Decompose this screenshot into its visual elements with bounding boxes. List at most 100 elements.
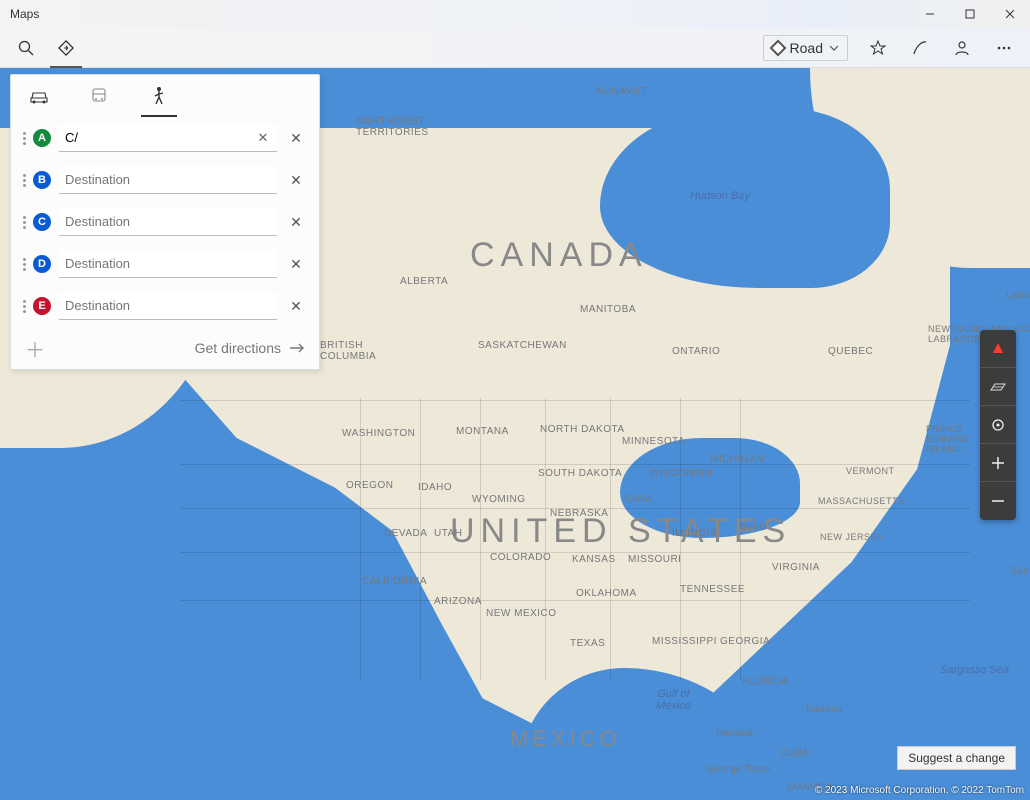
- chevron-down-icon: [829, 43, 839, 53]
- stop-marker-e: E: [33, 297, 51, 315]
- drag-handle-icon[interactable]: [19, 174, 29, 187]
- road-icon: [769, 39, 786, 56]
- more-button[interactable]: [984, 28, 1024, 68]
- add-stop-button[interactable]: ＋: [25, 334, 49, 363]
- region-label: UTAH: [434, 528, 462, 539]
- walk-icon: [152, 86, 166, 106]
- stop-marker-d: D: [33, 255, 51, 273]
- mode-walking[interactable]: [141, 75, 177, 117]
- region-label: VIRGINIA: [772, 562, 820, 573]
- ink-button[interactable]: [900, 28, 940, 68]
- drag-handle-icon[interactable]: [19, 300, 29, 313]
- window-title: Maps: [10, 7, 39, 21]
- stop-row-a: A ✕ ✕: [11, 117, 319, 159]
- region-label: MASSACHUSETTS: [818, 496, 905, 506]
- region-label: BRITISH COLUMBIA: [320, 340, 376, 362]
- get-directions-button[interactable]: Get directions: [195, 340, 305, 356]
- title-bar: Maps: [0, 0, 1030, 28]
- window-maximize-button[interactable]: [950, 0, 990, 28]
- sea-label-hudson: Hudson Bay: [690, 190, 750, 202]
- drag-handle-icon[interactable]: [19, 132, 29, 145]
- region-label: QUEBEC: [828, 346, 873, 357]
- region-label: NEVADA: [384, 528, 427, 539]
- drag-handle-icon[interactable]: [19, 216, 29, 229]
- region-label: KANSAS: [572, 554, 616, 565]
- window-minimize-button[interactable]: [910, 0, 950, 28]
- stop-input-d[interactable]: [59, 250, 277, 278]
- region-label: OKLAHOMA: [576, 588, 637, 599]
- region-label: TEXAS: [570, 638, 605, 649]
- tilt-button[interactable]: [980, 368, 1016, 406]
- region-label: MISSOURI: [628, 554, 681, 565]
- region-label: MICHIGAN: [710, 454, 764, 465]
- stop-row-d: D✕: [11, 243, 319, 285]
- locate-me-button[interactable]: [980, 406, 1016, 444]
- sea-label-gulf: Gulf of Mexico: [656, 688, 691, 712]
- drag-handle-icon[interactable]: [19, 258, 29, 271]
- region-label: WASHINGTON: [342, 428, 415, 439]
- zoom-in-button[interactable]: [980, 444, 1016, 482]
- remove-stop-button[interactable]: ✕: [281, 207, 311, 237]
- region-label: OREGON: [346, 480, 393, 491]
- region-label: COLORADO: [490, 552, 551, 563]
- travel-mode-tabs: [11, 75, 319, 117]
- region-label: IDAHO: [418, 482, 452, 493]
- directions-tab[interactable]: [46, 28, 86, 68]
- account-button[interactable]: [942, 28, 982, 68]
- search-tab[interactable]: [6, 28, 46, 68]
- stop-input-b[interactable]: [59, 166, 277, 194]
- city-label: Nassau: [806, 704, 843, 715]
- mode-driving[interactable]: [21, 75, 57, 117]
- city-label: Havana: [716, 728, 753, 739]
- map-attribution: © 2023 Microsoft Corporation, © 2022 Tom…: [815, 785, 1024, 796]
- stop-input-a[interactable]: [59, 124, 277, 152]
- search-icon: [18, 40, 34, 56]
- more-icon: [996, 40, 1012, 56]
- car-icon: [29, 88, 49, 104]
- region-label: PRINCE EDWARD ISLAND: [926, 424, 969, 454]
- directions-panel: A✕✕B✕C✕D✕E✕ ＋ Get directions: [10, 74, 320, 370]
- country-label-mexico: MEXICO: [510, 726, 621, 752]
- stop-marker-b: B: [33, 171, 51, 189]
- stop-marker-c: C: [33, 213, 51, 231]
- stop-row-e: E✕: [11, 285, 319, 327]
- map-view-dropdown[interactable]: Road: [763, 35, 848, 61]
- stop-row-c: C✕: [11, 201, 319, 243]
- region-label: VERMONT: [846, 466, 895, 476]
- region-label: WISCONSIN: [650, 468, 712, 479]
- mode-transit[interactable]: [81, 75, 117, 117]
- remove-stop-button[interactable]: ✕: [281, 123, 311, 153]
- locate-icon: [990, 417, 1006, 433]
- remove-stop-button[interactable]: ✕: [281, 249, 311, 279]
- stop-marker-a: A: [33, 129, 51, 147]
- zoom-out-button[interactable]: [980, 482, 1016, 520]
- region-label: MINNESOTA: [622, 436, 685, 447]
- region-label: ILLINOIS: [672, 528, 717, 539]
- suggest-change-button[interactable]: Suggest a change: [897, 746, 1016, 770]
- region-label: CALIFORNIA: [362, 576, 427, 587]
- compass-needle-icon: [993, 343, 1003, 353]
- region-label: MONTANA: [456, 426, 509, 437]
- region-label: WYOMING: [472, 494, 526, 505]
- remove-stop-button[interactable]: ✕: [281, 291, 311, 321]
- window-close-button[interactable]: [990, 0, 1030, 28]
- region-label: IOWA: [624, 494, 652, 505]
- city-label: George Town: [706, 764, 771, 775]
- region-label: Labra: [1006, 290, 1030, 301]
- tilt-icon: [989, 380, 1007, 394]
- region-label: OHIO: [740, 522, 768, 533]
- region-label: ALBERTA: [400, 276, 448, 287]
- bus-icon: [91, 87, 107, 105]
- pen-icon: [912, 40, 928, 56]
- remove-stop-button[interactable]: ✕: [281, 165, 311, 195]
- clear-input-button[interactable]: ✕: [253, 128, 273, 148]
- stop-input-c[interactable]: [59, 208, 277, 236]
- stop-input-e[interactable]: [59, 292, 277, 320]
- map-view-label: Road: [790, 40, 823, 56]
- directions-icon: [57, 39, 75, 57]
- saved-places-button[interactable]: [858, 28, 898, 68]
- stop-row-b: B✕: [11, 159, 319, 201]
- directions-panel-footer: ＋ Get directions: [11, 327, 319, 369]
- region-label: NORTHWEST TERRITORIES: [356, 116, 429, 138]
- compass-button[interactable]: [980, 330, 1016, 368]
